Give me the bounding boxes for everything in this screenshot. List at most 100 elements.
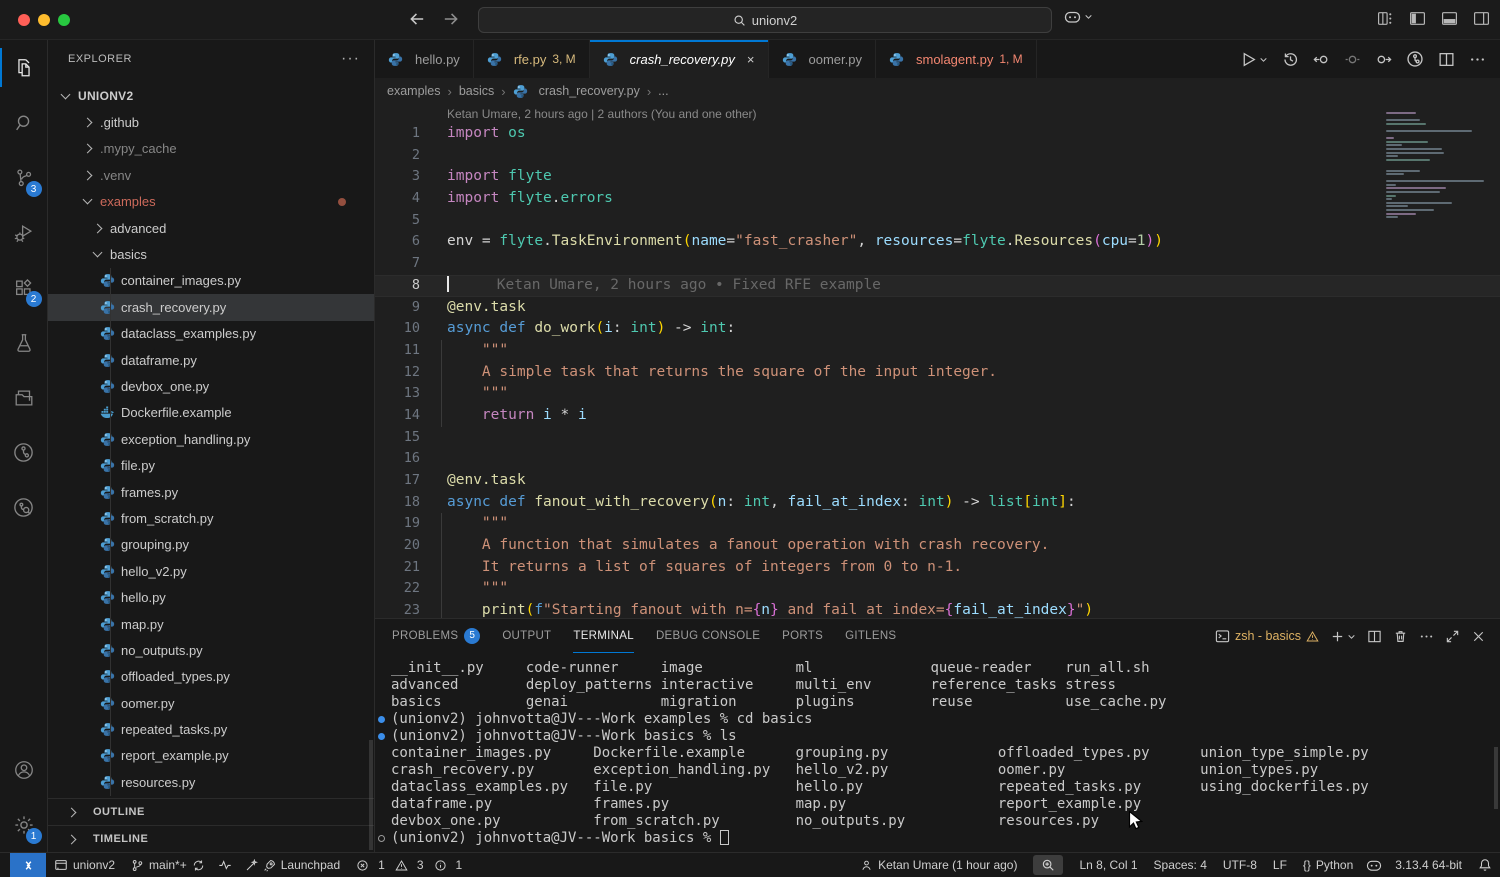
previous-change-icon[interactable] [1313,51,1330,68]
toggle-panel-icon[interactable] [1441,10,1458,27]
tree-item-advanced[interactable]: advanced [48,215,374,241]
navigate-back-icon[interactable] [408,10,426,28]
tree-item-no_outputs.py[interactable]: no_outputs.py [48,637,374,663]
source-control-icon[interactable]: 3 [0,150,48,205]
timeline-section[interactable]: TIMELINE [48,825,374,852]
outline-section[interactable]: OUTLINE [48,798,374,825]
maximize-panel-icon[interactable] [1445,629,1460,644]
tree-item-report_example.py[interactable]: report_example.py [48,743,374,769]
tree-item-devbox_one.py[interactable]: devbox_one.py [48,373,374,399]
file-graph-icon[interactable] [1406,50,1424,68]
git-branch-item[interactable]: main*+ [131,858,205,872]
code-line-21[interactable]: 21 It returns a list of squares of integ… [375,557,1500,579]
explorer-icon[interactable] [0,40,48,95]
tree-item-exception_handling.py[interactable]: exception_handling.py [48,426,374,452]
panel-tab-terminal[interactable]: TERMINAL [573,619,634,653]
launchpad-item[interactable]: Launchpad [245,858,340,872]
language-mode-item[interactable]: {} Python [1303,858,1353,872]
tree-root-unionv2[interactable]: UNIONV2 [48,83,374,109]
tree-item-.venv[interactable]: .venv [48,162,374,188]
code-line-8[interactable]: 8Ketan Umare, 2 hours ago • Fixed RFE ex… [375,275,1500,297]
zoom-window-button[interactable] [58,14,70,26]
indentation-item[interactable]: Spaces: 4 [1154,858,1207,872]
code-line-18[interactable]: 18async def fanout_with_recovery(n: int,… [375,492,1500,514]
code-line-6[interactable]: 6env = flyte.TaskEnvironment(name="fast_… [375,231,1500,253]
panel-tab-debug-console[interactable]: DEBUG CONSOLE [656,619,760,653]
search-icon[interactable] [0,95,48,150]
code-line-23[interactable]: 23 print(f"Starting fanout with n={n} an… [375,600,1500,618]
tab-smolagent.py[interactable]: smolagent.py1, M [876,40,1037,78]
code-line-20[interactable]: 20 A function that simulates a fanout op… [375,535,1500,557]
timeline-history-icon[interactable] [1282,51,1299,68]
gitlens-blame-toggle[interactable] [218,858,232,872]
cursor-position-item[interactable]: Ln 8, Col 1 [1079,858,1137,872]
problems-summary[interactable]: 1 3 1 [356,858,468,872]
command-center-search[interactable]: unionv2 [478,7,1052,33]
command-decoration-icon[interactable] [378,716,385,723]
tree-item-resources.py[interactable]: resources.py [48,769,374,795]
customize-layout-icon[interactable] [1377,10,1394,27]
breadcrumb-item-crash_recovery.py[interactable]: crash_recovery.py [513,84,640,99]
tree-item-oomer.py[interactable]: oomer.py [48,690,374,716]
breadcrumb-item-...[interactable]: ... [658,84,668,98]
panel-more-actions-icon[interactable] [1419,629,1434,644]
more-actions-icon[interactable] [1469,51,1486,68]
explorer-more-actions-icon[interactable]: ··· [341,50,360,68]
code-line-3[interactable]: 3import flyte [375,166,1500,188]
tab-crash_recovery.py[interactable]: crash_recovery.py× [590,40,769,78]
screen-zoom-indicator[interactable] [1033,855,1063,875]
code-line-7[interactable]: 7 [375,253,1500,275]
settings-gear-icon[interactable]: 1 [0,797,48,852]
run-python-file-button[interactable] [1240,51,1268,68]
testing-icon[interactable] [0,315,48,370]
split-terminal-icon[interactable] [1367,629,1382,644]
remote-indicator[interactable] [10,853,46,877]
command-decoration-icon[interactable] [378,733,385,740]
tree-item-from_scratch.py[interactable]: from_scratch.py [48,505,374,531]
tree-item-examples[interactable]: examples [48,189,374,215]
tree-item-container_images.py[interactable]: container_images.py [48,268,374,294]
encoding-item[interactable]: UTF-8 [1223,858,1257,872]
close-window-button[interactable] [18,14,30,26]
code-line-5[interactable]: 5 [375,210,1500,232]
code-line-14[interactable]: 14 return i * i [375,405,1500,427]
code-editor[interactable]: Ketan Umare, 2 hours ago | 2 authors (Yo… [375,104,1500,618]
run-debug-icon[interactable] [0,205,48,260]
commit-graph-search-icon[interactable] [0,480,48,535]
terminal-instance-item[interactable]: zsh - basics [1215,629,1319,644]
code-line-22[interactable]: 22 """ [375,578,1500,600]
extensions-icon[interactable]: 2 [0,260,48,315]
navigate-forward-icon[interactable] [442,10,460,28]
tree-item-offloaded_types.py[interactable]: offloaded_types.py [48,664,374,690]
code-line-9[interactable]: 9@env.task [375,297,1500,319]
tree-item-crash_recovery.py[interactable]: crash_recovery.py [48,294,374,320]
split-editor-icon[interactable] [1438,51,1455,68]
panel-tab-problems[interactable]: PROBLEMS5 [392,619,480,653]
code-line-12[interactable]: 12 A simple task that returns the square… [375,362,1500,384]
notifications-bell-icon[interactable] [1478,858,1492,872]
tree-item-file.py[interactable]: file.py [48,452,374,478]
tree-item-dataframe.py[interactable]: dataframe.py [48,347,374,373]
panel-tab-output[interactable]: OUTPUT [502,619,551,653]
tab-hello.py[interactable]: hello.py [375,40,474,78]
next-change-icon[interactable] [1375,51,1392,68]
code-line-2[interactable]: 2 [375,145,1500,167]
code-line-4[interactable]: 4import flyte.errors [375,188,1500,210]
panel-tab-gitlens[interactable]: GITLENS [845,619,896,653]
tree-item-frames.py[interactable]: frames.py [48,479,374,505]
code-line-13[interactable]: 13 """ [375,383,1500,405]
terminal-scrollbar[interactable] [1494,747,1498,809]
new-terminal-button[interactable] [1330,629,1356,644]
sidebar-scrollbar[interactable] [369,740,373,850]
tree-item-map.py[interactable]: map.py [48,611,374,637]
code-line-15[interactable]: 15 [375,427,1500,449]
tree-item-dataclass_examples.py[interactable]: dataclass_examples.py [48,321,374,347]
project-manager-item[interactable]: unionv2 [54,858,115,872]
kill-terminal-icon[interactable] [1393,629,1408,644]
close-tab-icon[interactable]: × [747,52,755,67]
code-line-16[interactable]: 16 [375,448,1500,470]
tree-item-hello.py[interactable]: hello.py [48,584,374,610]
toggle-secondary-sidebar-icon[interactable] [1473,10,1490,27]
tree-item-basics[interactable]: basics [48,241,374,267]
code-line-1[interactable]: 1import os [375,123,1500,145]
